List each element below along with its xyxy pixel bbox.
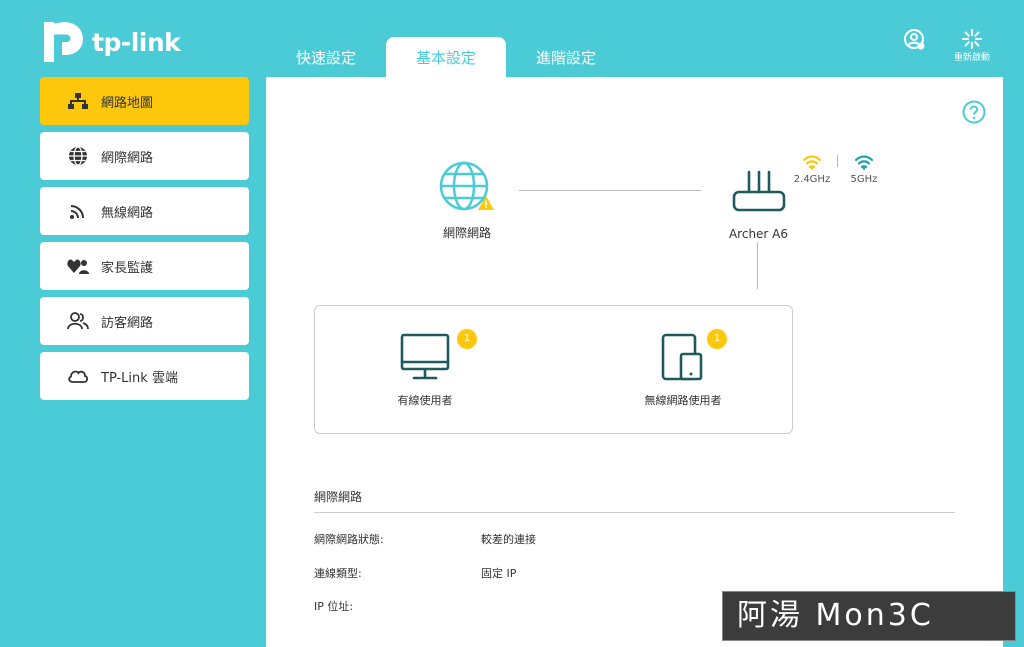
watermark: 阿湯 Mon3C [722, 591, 1016, 641]
row-label: 網際網路狀態: [314, 533, 384, 546]
row-label: IP 位址: [314, 600, 354, 613]
tab-quick-setup[interactable]: 快速設定 [266, 37, 386, 77]
main-panel: 網際網路 Archer A6 2.4GHz 5GHz 有線使用者 1 無線網路使… [266, 77, 1003, 647]
sidebar-item-label: 網際網路 [101, 150, 154, 166]
band-2-4ghz[interactable]: 2.4GHz [791, 154, 833, 185]
wireless-clients-label: 無線網路使用者 [644, 394, 722, 407]
tab-basic[interactable]: 基本設定 [386, 37, 506, 77]
user-circle-icon [904, 29, 925, 50]
sidebar-item-tplink-cloud[interactable]: TP-Link 雲端 [40, 352, 249, 400]
router-icon [732, 170, 785, 212]
sidebar-item-label: 家長監護 [101, 260, 154, 276]
wifi-icon [854, 155, 874, 170]
help-button[interactable] [962, 100, 986, 128]
reboot-label: 重新啟動 [954, 53, 991, 63]
sidebar-item-label: 無線網路 [101, 205, 154, 221]
sidebar-item-internet[interactable]: 網際網路 [40, 132, 249, 180]
globe-icon [66, 144, 90, 168]
router-clients-connection [757, 242, 758, 289]
network-map-icon [66, 89, 90, 113]
wifi-signal-icon [66, 199, 90, 223]
router-node[interactable]: Archer A6 [721, 169, 796, 241]
top-tabs: 快速設定 基本設定 進階設定 [266, 37, 626, 77]
band-separator [837, 155, 838, 167]
internet-section-title: 網際網路 [314, 490, 363, 504]
reboot-button[interactable]: 重新啟動 [954, 28, 990, 63]
sidebar-item-parental-controls[interactable]: 家長監護 [40, 242, 249, 290]
tp-link-logo-mark [44, 22, 83, 62]
wifi-icon [802, 155, 822, 170]
sidebar-item-wireless[interactable]: 無線網路 [40, 187, 249, 235]
sidebar-item-label: TP-Link 雲端 [101, 370, 178, 386]
band-5ghz[interactable]: 5GHz [846, 154, 882, 185]
sidebar: 網路地圖 網際網路 無線網路 家長監護 訪客網路 TP-Link 雲端 [40, 77, 249, 407]
band-label: 2.4GHz [793, 174, 831, 185]
sidebar-item-guest-network[interactable]: 訪客網路 [40, 297, 249, 345]
row-value: 固定 IP [481, 567, 517, 580]
login-button[interactable] [903, 28, 927, 52]
sidebar-item-label: 訪客網路 [101, 315, 154, 331]
wired-clients-label: 有線使用者 [397, 394, 453, 407]
wired-clients[interactable]: 有線使用者 [380, 332, 470, 408]
router-label: Archer A6 [728, 227, 789, 241]
sidebar-item-network-map[interactable]: 網路地圖 [40, 77, 249, 125]
internet-status-row: 網際網路狀態: 較差的連接 [314, 531, 536, 547]
ip-address-row: IP 位址: [314, 598, 353, 614]
family-icon [66, 254, 90, 278]
clients-panel: 有線使用者 1 無線網路使用者 1 [314, 305, 793, 434]
section-divider [314, 512, 955, 513]
internet-node[interactable]: 網際網路 [432, 160, 502, 241]
help-icon [962, 100, 986, 124]
reboot-icon [962, 29, 982, 49]
band-label: 5GHz [850, 174, 878, 185]
guests-icon [66, 309, 90, 333]
globe-icon [439, 161, 494, 211]
connection-type-row: 連線類型: 固定 IP [314, 565, 516, 581]
internet-router-connection [519, 190, 701, 191]
cloud-icon [66, 364, 90, 388]
tp-link-logo: tp-link [40, 18, 181, 66]
tab-advanced[interactable]: 進階設定 [506, 37, 626, 77]
wireless-count-badge: 1 [707, 329, 727, 349]
tablet-icon [661, 333, 703, 381]
brand-name: tp-link [92, 27, 181, 57]
wired-count-badge: 1 [457, 329, 477, 349]
row-value: 較差的連接 [481, 533, 536, 546]
monitor-icon [400, 333, 450, 380]
internet-label: 網際網路 [442, 226, 491, 240]
row-label: 連線類型: [314, 567, 362, 580]
sidebar-item-label: 網路地圖 [101, 95, 154, 111]
